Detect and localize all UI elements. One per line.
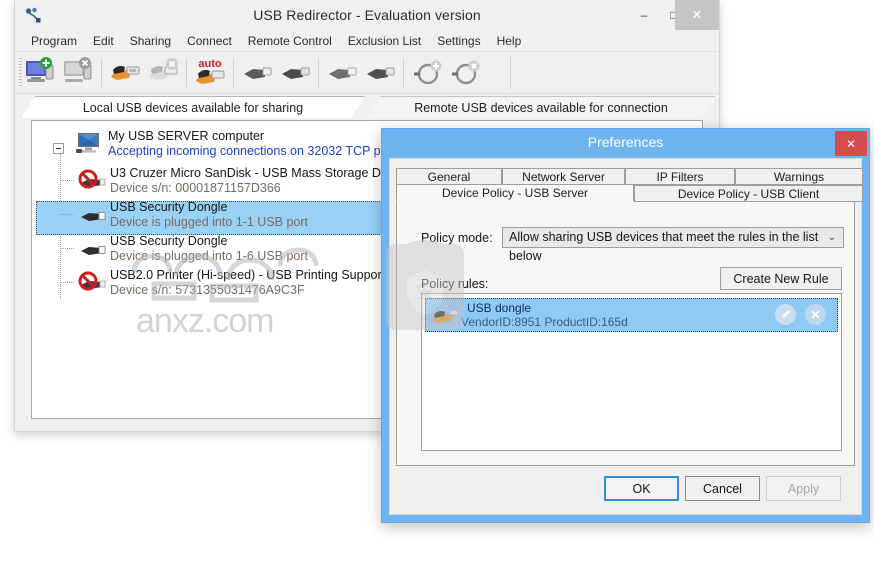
device-tabs: Local USB devices available for sharing …: [21, 96, 713, 118]
usb-blocked-icon: [78, 167, 106, 196]
connect-device-button[interactable]: [239, 55, 275, 91]
toolbar-separator: [101, 58, 102, 87]
policy-rule-item[interactable]: USB dongle VendorID:8951 ProductID:165d: [425, 298, 838, 332]
tab-device-policy-usb-client[interactable]: Device Policy - USB Client: [634, 185, 863, 202]
device-subtitle: Device s/n: 5731355031476A9C3F: [110, 283, 305, 297]
tab-ip-filters[interactable]: IP Filters: [625, 168, 735, 185]
minimize-button[interactable]: –: [629, 0, 659, 30]
toolbar-separator: [186, 58, 187, 87]
connect-remote-button[interactable]: [324, 55, 360, 91]
usb-dongle-hand-icon: [431, 303, 459, 327]
tree-connector: [60, 180, 74, 181]
toolbar-separator: [233, 58, 234, 87]
device-subtitle: Device s/n: 00001871157D366: [110, 181, 281, 195]
share-computer-button[interactable]: [22, 55, 58, 91]
menu-item-connect[interactable]: Connect: [179, 32, 240, 50]
device-title: USB2.0 Printer (Hi-speed) - USB Printing…: [110, 268, 406, 282]
usb-plug-icon: [78, 235, 106, 264]
edit-pencil-icon[interactable]: [775, 304, 796, 325]
policy-mode-label: Policy mode:: [421, 231, 493, 245]
delete-x-icon[interactable]: [805, 304, 826, 325]
toolbar-separator: [318, 58, 319, 87]
menu-item-help[interactable]: Help: [489, 32, 530, 50]
add-server-button[interactable]: [409, 55, 445, 91]
preferences-close-button[interactable]: ✕: [835, 131, 867, 156]
menu-item-program[interactable]: Program: [23, 32, 85, 50]
device-title: USB Security Dongle: [110, 234, 228, 248]
tree-connector: [60, 248, 74, 249]
main-titlebar[interactable]: USB Redirector - Evaluation version – □ …: [15, 0, 719, 30]
device-subtitle: Device is plugged into 1-6 USB port: [110, 249, 309, 263]
preferences-title: Preferences: [587, 134, 664, 150]
policy-rule-details: VendorID:8951 ProductID:165d: [461, 315, 628, 329]
policy-mode-dropdown[interactable]: Allow sharing USB devices that meet the …: [502, 227, 844, 263]
computer-monitor-icon: [76, 131, 102, 158]
unshare-computer-button[interactable]: [60, 55, 96, 91]
apply-button: Apply: [766, 476, 841, 501]
preferences-tabstrip: General Network Server IP Filters Warnin…: [396, 168, 863, 202]
device-subtitle: Device is plugged into 1-1 USB port: [110, 215, 309, 229]
tree-node-status: Accepting incoming connections on 32032 …: [108, 144, 396, 158]
tab-device-policy-usb-server[interactable]: Device Policy - USB Server: [396, 185, 634, 202]
policy-rules-label: Policy rules:: [421, 277, 489, 291]
toolbar: auto: [15, 52, 719, 94]
close-button[interactable]: ✕: [675, 0, 719, 30]
toolbar-separator: [510, 56, 511, 89]
usb-plug-icon: [78, 201, 106, 230]
remove-server-button[interactable]: [447, 55, 483, 91]
svg-text:auto: auto: [198, 58, 222, 70]
menu-item-exclusion-list[interactable]: Exclusion List: [340, 32, 429, 50]
preferences-dialog: Preferences ✕ General Network Server IP …: [381, 128, 870, 523]
policy-rule-title: USB dongle: [467, 301, 532, 315]
device-policy-panel: Policy mode: Allow sharing USB devices t…: [396, 202, 855, 466]
menu-item-sharing[interactable]: Sharing: [122, 32, 179, 50]
policy-mode-value: Allow sharing USB devices that meet the …: [509, 230, 819, 263]
tab-general[interactable]: General: [396, 168, 502, 185]
device-title: U3 Cruzer Micro SanDisk - USB Mass Stora…: [110, 166, 410, 180]
menu-item-settings[interactable]: Settings: [429, 32, 488, 50]
preferences-titlebar[interactable]: Preferences ✕: [382, 129, 869, 158]
policy-rules-list[interactable]: USB dongle VendorID:8951 ProductID:165d: [421, 293, 842, 451]
tree-connector: [60, 282, 74, 283]
tab-remote-usb-devices[interactable]: Remote USB devices available for connect…: [367, 96, 715, 118]
disconnect-device-button[interactable]: [277, 55, 313, 91]
create-new-rule-button[interactable]: Create New Rule: [720, 267, 842, 290]
disconnect-remote-button[interactable]: [362, 55, 398, 91]
tab-local-usb-devices[interactable]: Local USB devices available for sharing: [21, 96, 365, 118]
device-title: USB Security Dongle: [110, 200, 228, 214]
ok-button[interactable]: OK: [604, 476, 679, 501]
toolbar-separator: [403, 58, 404, 87]
menu-item-edit[interactable]: Edit: [85, 32, 122, 50]
tree-expander-collapse[interactable]: [53, 143, 64, 154]
menu-item-remote-control[interactable]: Remote Control: [240, 32, 340, 50]
auto-share-button[interactable]: auto: [192, 55, 228, 91]
preferences-footer: OK Cancel Apply: [396, 468, 855, 508]
page-title: USB Redirector - Evaluation version: [253, 7, 481, 23]
chevron-down-icon: ⌄: [827, 232, 836, 243]
tab-network-server[interactable]: Network Server: [502, 168, 625, 185]
menubar: Program Edit Sharing Connect Remote Cont…: [15, 30, 719, 52]
tab-warnings[interactable]: Warnings: [735, 168, 863, 185]
preferences-body: General Network Server IP Filters Warnin…: [389, 158, 863, 515]
cancel-button[interactable]: Cancel: [685, 476, 760, 501]
tree-connector: [60, 214, 74, 215]
tree-node-title: My USB SERVER computer: [108, 129, 265, 143]
usb-blocked-icon: [78, 269, 106, 298]
share-device-button[interactable]: [107, 55, 143, 91]
unshare-device-button[interactable]: [145, 55, 181, 91]
